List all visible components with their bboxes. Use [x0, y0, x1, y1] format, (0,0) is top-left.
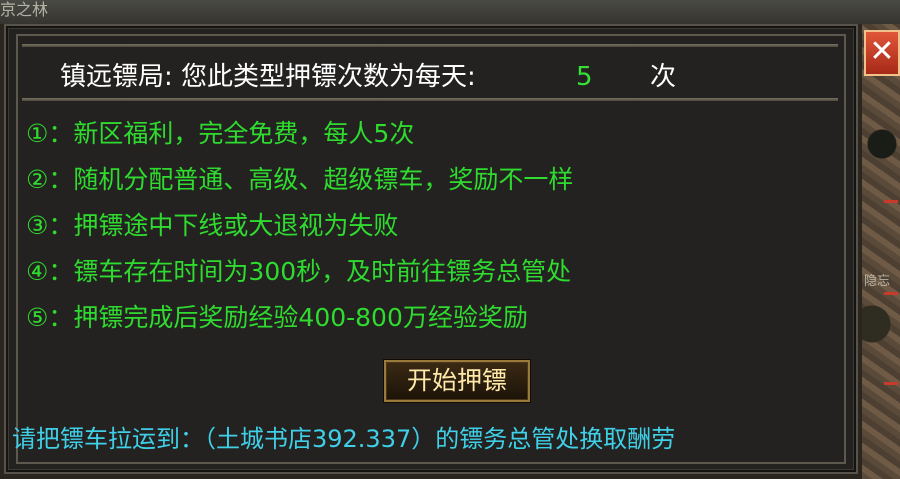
- game-scene: 京之林 隐忘 ✕ 镇远镖局: 您此类型押镖次数为每天: 5 次 ①：新区福利，完…: [0, 0, 900, 479]
- background-hp-bar: [884, 200, 898, 203]
- background-top-strip: 京之林: [0, 0, 900, 24]
- dialog-header: 镇远镖局: 您此类型押镖次数为每天: 5 次: [60, 60, 676, 94]
- divider-top: [22, 44, 838, 47]
- divider-header: [22, 98, 838, 101]
- destination-instruction: 请把镖车拉运到：（土城书店392.337）的镖务总管处换取酬劳: [12, 425, 676, 453]
- start-escort-button[interactable]: 开始押镖: [384, 360, 530, 402]
- rule-item: ②：随机分配普通、高级、超级镖车，奖励不一样: [26, 165, 574, 194]
- rule-item: ⑤：押镖完成后奖励经验400-800万经验奖励: [26, 303, 528, 332]
- rule-item: ①：新区福利，完全免费，每人5次: [26, 119, 415, 148]
- background-label: 京之林: [0, 0, 49, 19]
- count-unit: 次: [650, 62, 677, 92]
- background-hp-bar: [884, 292, 898, 295]
- rule-item: ③：押镖途中下线或大退视为失败: [26, 211, 399, 240]
- header-label: 镇远镖局: 您此类型押镖次数为每天:: [60, 62, 476, 92]
- close-button[interactable]: ✕: [864, 30, 900, 76]
- rule-item: ④：镖车存在时间为300秒，及时前往镖务总管处: [26, 257, 572, 286]
- daily-count: 5: [576, 62, 593, 92]
- rules-list: ①：新区福利，完全免费，每人5次 ②：随机分配普通、高级、超级镖车，奖励不一样 …: [26, 114, 846, 344]
- background-player-name: 隐忘: [864, 274, 891, 289]
- background-hp-bar: [884, 382, 898, 385]
- background-map-edge: [862, 24, 900, 479]
